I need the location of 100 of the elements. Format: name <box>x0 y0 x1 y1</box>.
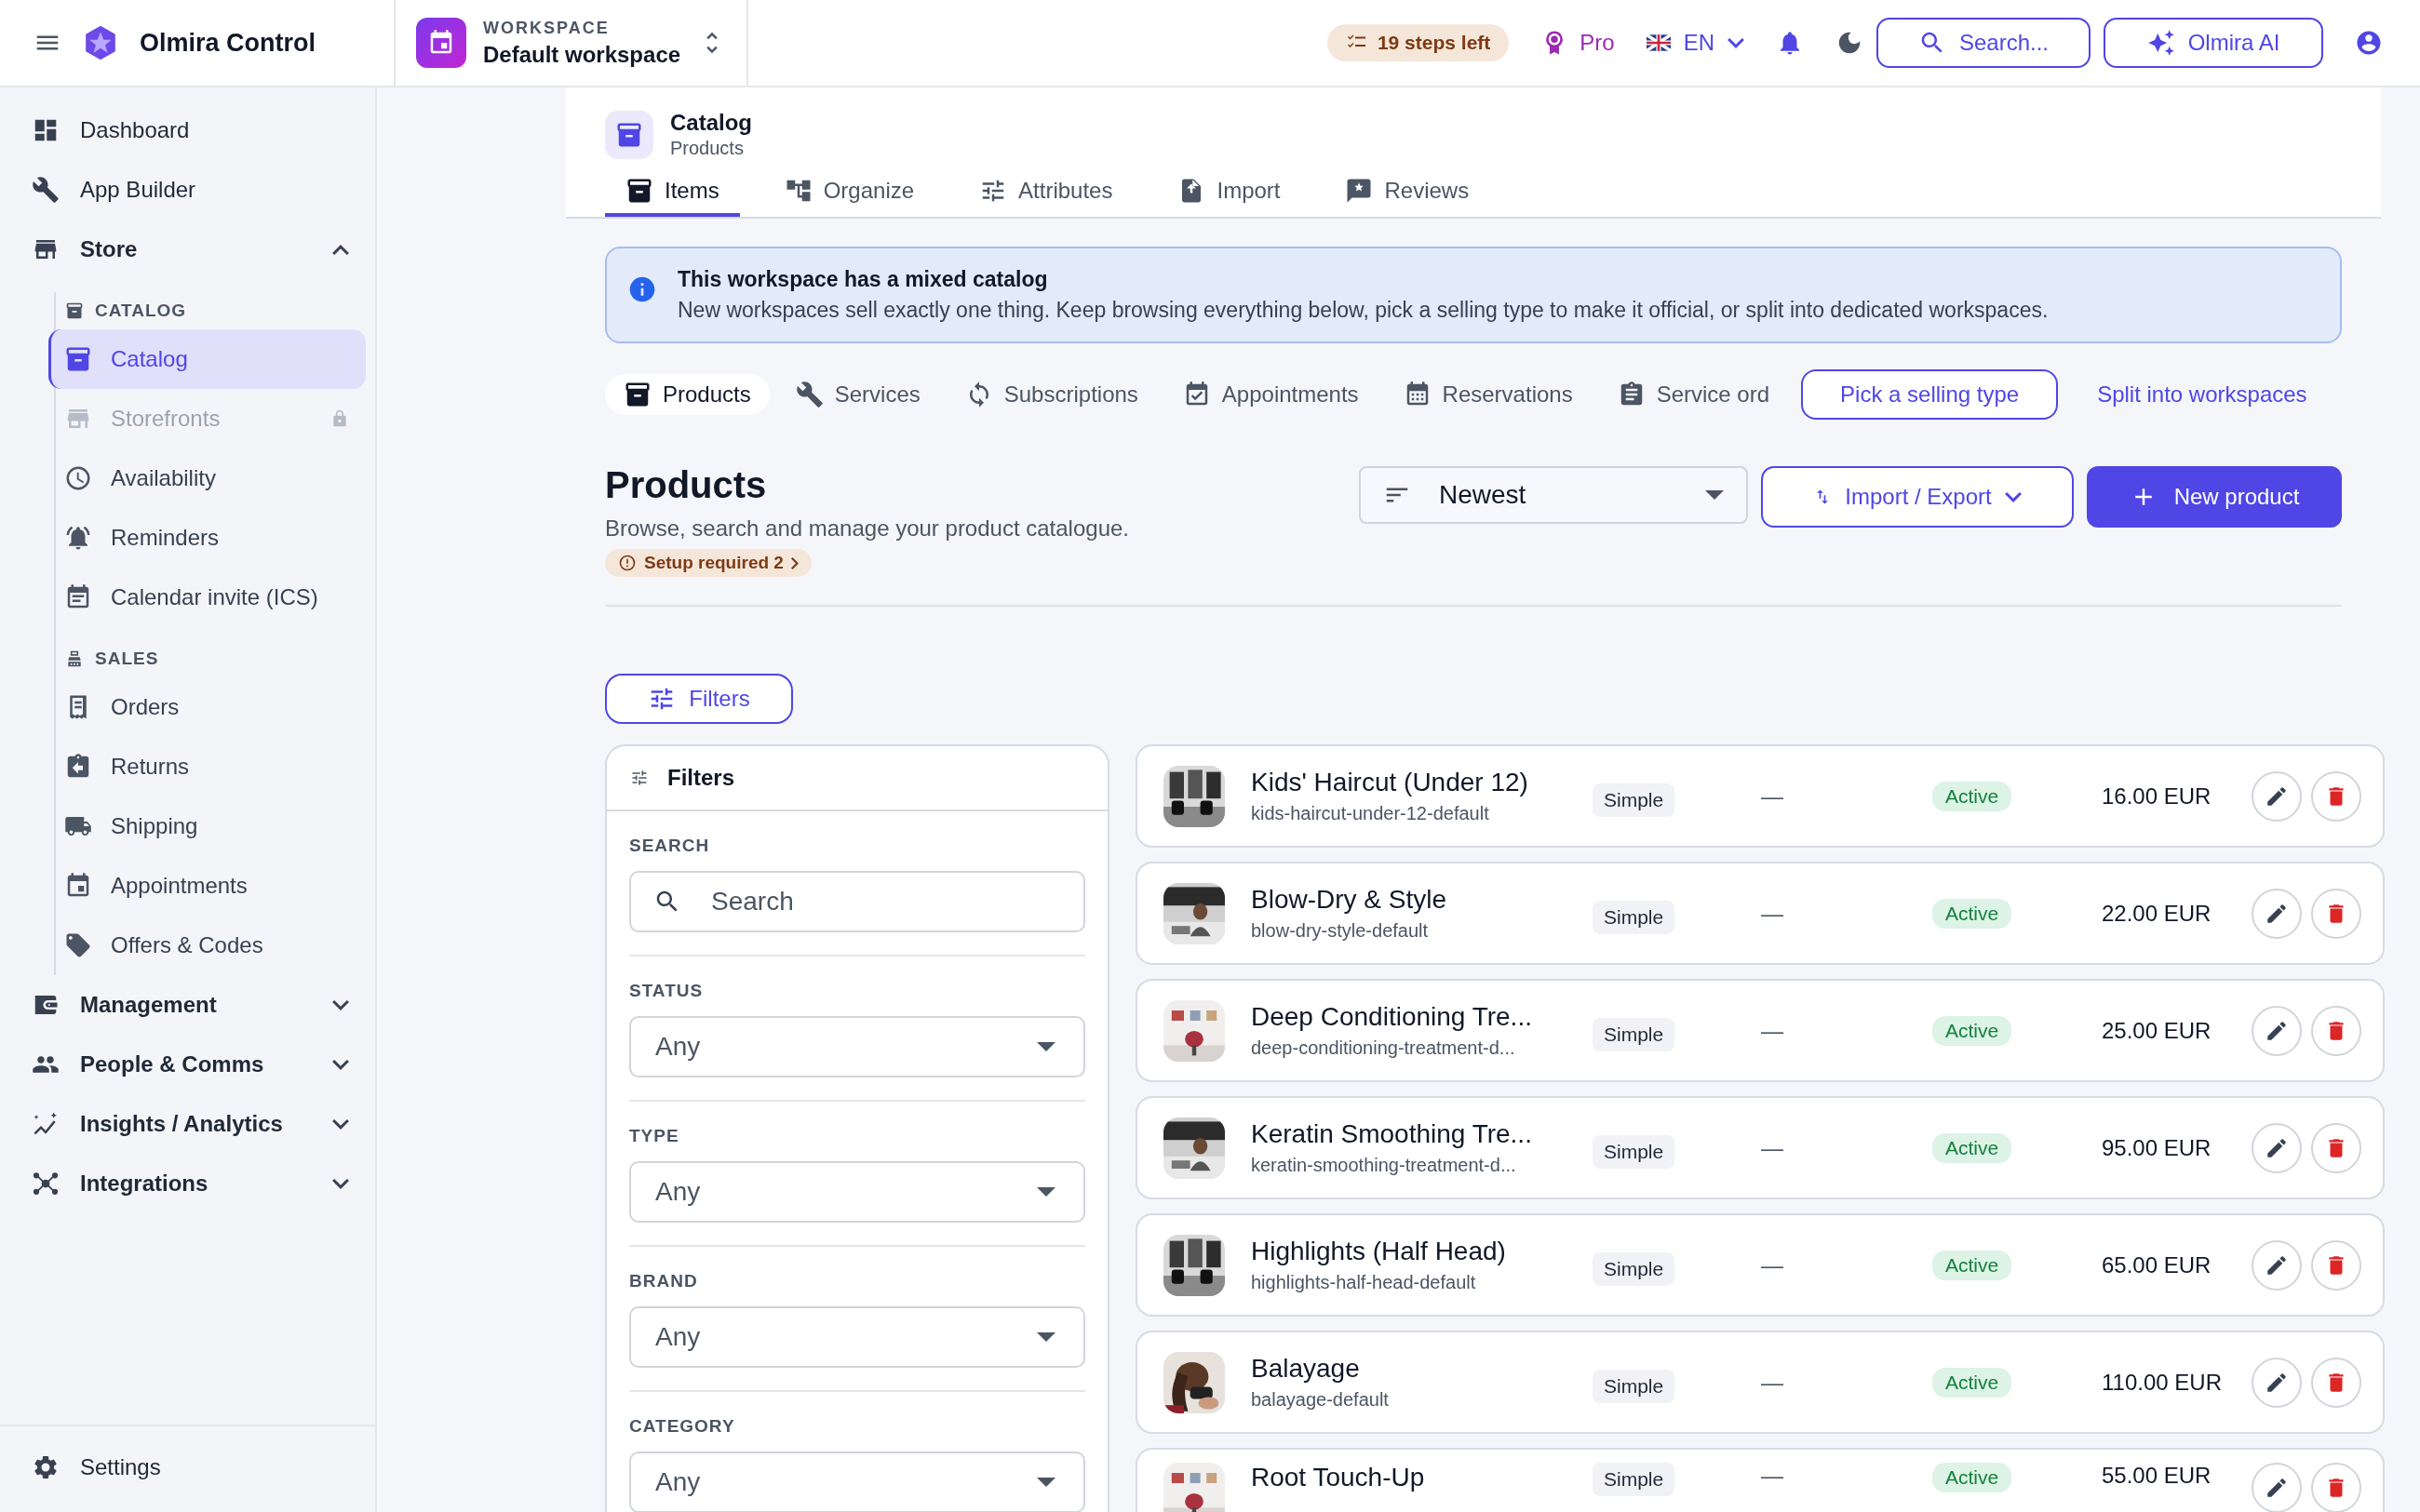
delete-button[interactable] <box>2311 1122 2361 1173</box>
type-tab[interactable]: Products <box>605 374 770 415</box>
edit-button[interactable] <box>2252 1357 2302 1408</box>
sidebar-item[interactable]: Calendar invite (ICS) <box>48 568 366 627</box>
type-tab[interactable]: Subscriptions <box>946 374 1157 415</box>
chevron-down-icon <box>332 1178 349 1189</box>
field-label: TYPE <box>629 1126 680 1146</box>
caret-icon <box>1705 490 1724 500</box>
language-button[interactable]: EN <box>1646 30 1744 56</box>
steps-button[interactable]: 19 steps left <box>1326 24 1510 61</box>
product-slug: deep-conditioning-treatment-d... <box>1251 1037 1516 1059</box>
sidebar-item[interactable]: App Builder <box>0 160 375 220</box>
chevron-down-icon <box>2004 491 2022 502</box>
section-title: Products <box>605 464 767 506</box>
sidebar-item[interactable]: Reminders <box>48 508 366 568</box>
select-field[interactable]: Any <box>629 1161 1085 1223</box>
type-tab[interactable]: Reservations <box>1384 374 1592 415</box>
tab[interactable]: Import <box>1157 168 1301 217</box>
tab[interactable]: Organize <box>763 168 935 217</box>
empty-value: — <box>1761 783 1783 810</box>
sidebar-item[interactable]: Availability <box>48 448 366 508</box>
edit-button[interactable] <box>2252 1122 2302 1173</box>
sidebar-item[interactable]: Offers & Codes <box>48 916 366 975</box>
sidebar-item[interactable]: Catalog <box>48 329 366 389</box>
select-field[interactable]: Any <box>629 1016 1085 1077</box>
type-tab[interactable]: Appointments <box>1163 374 1378 415</box>
split-workspaces-link[interactable]: Split into workspaces <box>2097 381 2307 408</box>
product-slug: kids-haircut-under-12-default <box>1251 803 1490 824</box>
chevron-right-icon <box>790 556 799 569</box>
sidebar-section[interactable]: Management <box>0 975 375 1035</box>
ai-button[interactable]: Olmira AI <box>2104 18 2323 68</box>
status-badge: Active <box>1932 1132 2012 1163</box>
sidebar-item[interactable]: Shipping <box>48 796 366 856</box>
settings-icon <box>32 1453 60 1481</box>
product-name[interactable]: Kids' Haircut (Under 12) <box>1251 768 1593 797</box>
sidebar-section[interactable]: People & Comms <box>0 1035 375 1094</box>
settings-item[interactable]: Settings <box>0 1438 375 1497</box>
product-name[interactable]: Deep Conditioning Tre... <box>1251 1002 1593 1032</box>
delete-button[interactable] <box>2311 1005 2361 1056</box>
delete-button[interactable] <box>2311 1463 2361 1512</box>
sidebar-item[interactable]: Appointments <box>48 856 366 916</box>
edit-button[interactable] <box>2252 1239 2302 1291</box>
plan-button[interactable]: Pro <box>1540 29 1615 57</box>
select-field[interactable]: Any <box>629 1452 1085 1512</box>
type-badge: Simple <box>1593 783 1675 817</box>
group-heading: CATALOG <box>95 301 187 321</box>
type-tab[interactable]: Service ord <box>1598 374 1789 415</box>
sidebar-section[interactable]: Insights / Analytics <box>0 1094 375 1154</box>
workspace-label: WORKSPACE <box>483 18 611 38</box>
type-badge: Simple <box>1593 1251 1675 1286</box>
product-name[interactable]: Blow-Dry & Style <box>1251 885 1593 915</box>
type-badge: Simple <box>1593 1369 1675 1403</box>
box-icon <box>625 177 653 205</box>
new-product-button[interactable]: New product <box>2087 466 2342 528</box>
type-tab[interactable]: Services <box>776 374 939 415</box>
product-name[interactable]: Balayage <box>1251 1354 1593 1384</box>
edit-button[interactable] <box>2252 1463 2302 1512</box>
chevron-down-icon <box>1728 37 1744 48</box>
tab[interactable]: Reviews <box>1324 168 1490 217</box>
tab[interactable]: Attributes <box>959 168 1134 217</box>
caret-icon <box>1037 1042 1055 1051</box>
import-export-button[interactable]: Import / Export <box>1761 466 2074 528</box>
select-field[interactable]: Any <box>629 1306 1085 1368</box>
box-icon <box>64 345 92 373</box>
account-button[interactable] <box>2355 29 2383 57</box>
filters-button[interactable]: Filters <box>605 674 793 724</box>
delete-button[interactable] <box>2311 1357 2361 1408</box>
sidebar-section[interactable]: Store <box>0 220 375 279</box>
edit-button[interactable] <box>2252 888 2302 939</box>
clock-icon <box>64 464 92 492</box>
field-label: STATUS <box>629 981 705 1001</box>
empty-value: — <box>1761 1134 1783 1161</box>
workspace-switcher[interactable]: WORKSPACE Default workspace <box>396 0 748 86</box>
product-name[interactable]: Root Touch-Up <box>1251 1463 1593 1492</box>
edit-button[interactable] <box>2252 770 2302 822</box>
price: 95.00 EUR <box>2102 1134 2212 1161</box>
product-name[interactable]: Keratin Smoothing Tre... <box>1251 1119 1593 1149</box>
search-field[interactable]: Search <box>629 871 1085 932</box>
sidebar-item[interactable]: Orders <box>48 677 366 737</box>
caret-icon <box>1037 1332 1055 1342</box>
sort-select[interactable]: Newest <box>1359 466 1748 524</box>
setup-required-badge[interactable]: Setup required 2 <box>605 549 812 577</box>
sidebar-item[interactable]: Returns <box>48 737 366 796</box>
workspace-name: Default workspace <box>483 41 681 68</box>
type-badge: Simple <box>1593 1017 1675 1051</box>
type-badge: Simple <box>1593 900 1675 934</box>
edit-button[interactable] <box>2252 1005 2302 1056</box>
product-name[interactable]: Highlights (Half Head) <box>1251 1237 1593 1266</box>
sliders-icon <box>630 769 649 787</box>
pick-selling-type-button[interactable]: Pick a selling type <box>1801 369 2059 420</box>
tools-icon <box>32 176 60 204</box>
delete-button[interactable] <box>2311 1239 2361 1291</box>
pencil-icon <box>2265 1476 2289 1500</box>
sidebar-section[interactable]: Integrations <box>0 1154 375 1213</box>
tab[interactable]: Items <box>605 168 740 217</box>
search-button[interactable]: Search... <box>1876 18 2091 68</box>
delete-button[interactable] <box>2311 888 2361 939</box>
sidebar-item[interactable]: Dashboard <box>0 100 375 160</box>
product-slug: balayage-default <box>1251 1389 1390 1411</box>
delete-button[interactable] <box>2311 770 2361 822</box>
